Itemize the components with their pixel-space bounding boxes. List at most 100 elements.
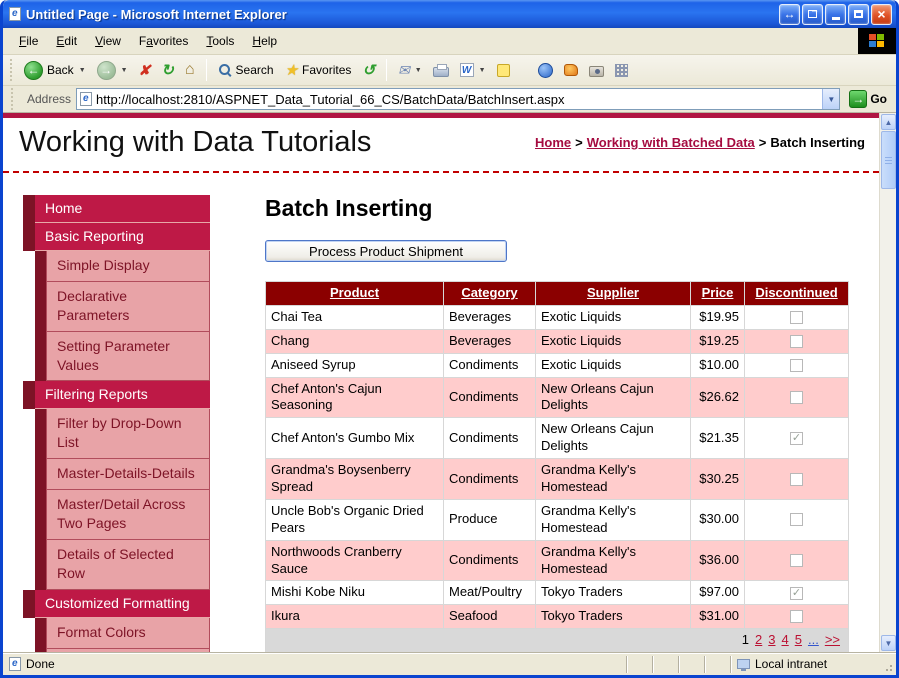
sort-link-category[interactable]: Category [461, 285, 517, 300]
pager-page-5[interactable]: 5 [795, 632, 802, 647]
breadcrumb-separator: > [575, 135, 583, 150]
edit-dropdown-icon[interactable]: ▼ [479, 67, 486, 74]
sidebar-item-home[interactable]: Home [23, 195, 210, 223]
menu-item-file[interactable]: File [11, 31, 46, 51]
status-pane [678, 656, 704, 673]
sidebar-item-master-details-details[interactable]: Master-Details-Details [35, 459, 210, 490]
product-row: Chai TeaBeveragesExotic Liquids$19.95 [266, 305, 849, 329]
vertical-scrollbar[interactable]: ▲ ▼ [879, 113, 896, 652]
minimize-button[interactable] [825, 4, 846, 25]
scroll-down-button[interactable]: ▼ [881, 635, 896, 651]
refresh-button[interactable]: ↻ [157, 59, 178, 81]
resize-arrows-button[interactable]: ↔ [779, 4, 800, 25]
cell-supplier: Exotic Liquids [536, 305, 691, 329]
sort-link-product[interactable]: Product [330, 285, 379, 300]
sidebar-item-partial[interactable] [35, 649, 210, 652]
research-button[interactable] [560, 62, 582, 78]
nav-indent-tab [23, 590, 35, 618]
camera-icon [589, 66, 604, 77]
cell-category: Condiments [444, 459, 536, 500]
sidebar-item-customized-formatting[interactable]: Customized Formatting [23, 590, 210, 618]
left-right-arrow-icon: ↔ [784, 8, 796, 20]
security-zone: Local intranet [730, 656, 880, 673]
pager-page-3[interactable]: 3 [768, 632, 775, 647]
pager-page-4[interactable]: 4 [782, 632, 789, 647]
cell-supplier: New Orleans Cajun Delights [536, 418, 691, 459]
edit-with-word-button[interactable]: W ▼ [456, 61, 490, 79]
menu-item-view[interactable]: View [87, 31, 129, 51]
back-icon: ← [24, 61, 43, 80]
process-product-shipment-button[interactable]: Process Product Shipment [265, 240, 507, 262]
messenger-button[interactable] [534, 61, 557, 80]
discontinued-checkbox [790, 311, 803, 324]
discuss-button[interactable] [493, 62, 514, 79]
sort-link-price[interactable]: Price [702, 285, 734, 300]
sort-link-discontinued[interactable]: Discontinued [755, 285, 837, 300]
sort-link-supplier[interactable]: Supplier [587, 285, 639, 300]
menu-item-edit[interactable]: Edit [48, 31, 85, 51]
cell-category: Condiments [444, 418, 536, 459]
sidebar-nav: HomeBasic ReportingSimple DisplayDeclara… [23, 195, 210, 652]
favorites-button[interactable]: ★ Favorites [281, 59, 356, 81]
mail-button[interactable]: ✉ ▼ [394, 60, 426, 81]
forward-dropdown-icon[interactable]: ▼ [121, 67, 128, 74]
forward-button[interactable]: → ▼ [93, 59, 132, 82]
sidebar-item-label: Format Colors [46, 618, 210, 649]
close-button[interactable]: × [871, 4, 892, 25]
status-pane [652, 656, 678, 673]
messenger-icon [538, 63, 553, 78]
search-button[interactable]: Search [214, 61, 278, 79]
home-button[interactable]: ⌂ [181, 59, 199, 81]
sidebar-item-basic-reporting[interactable]: Basic Reporting [23, 223, 210, 251]
sidebar-item-declarative-parameters[interactable]: Declarative Parameters [35, 282, 210, 332]
sidebar-item-setting-parameter-values[interactable]: Setting Parameter Values [35, 332, 210, 382]
sidebar-item-details-of-selected-row[interactable]: Details of Selected Row [35, 540, 210, 590]
discontinued-checkbox: ✓ [790, 432, 803, 445]
breadcrumb-link-working-with-batched-data[interactable]: Working with Batched Data [587, 135, 755, 150]
back-dropdown-icon[interactable]: ▼ [79, 67, 86, 74]
ie-document-icon [9, 7, 21, 21]
toolbar-grip [10, 59, 14, 81]
sidebar-item-filter-by-drop-down-list[interactable]: Filter by Drop-Down List [35, 409, 210, 459]
popout-window-button[interactable] [802, 4, 823, 25]
history-button[interactable]: ↺ [358, 59, 379, 81]
snapshot-button[interactable] [585, 62, 608, 79]
cell-supplier: Tokyo Traders [536, 605, 691, 629]
favorites-star-icon: ★ [285, 61, 298, 79]
print-button[interactable] [429, 61, 453, 79]
product-row: Chef Anton's Gumbo MixCondimentsNew Orle… [266, 418, 849, 459]
address-input[interactable] [92, 92, 822, 107]
pager-more-pages[interactable]: ... [808, 632, 819, 647]
sidebar-item-format-colors[interactable]: Format Colors [35, 618, 210, 649]
cell-supplier: Grandma Kelly's Homestead [536, 459, 691, 500]
menubar: FileEditViewFavoritesToolsHelp [3, 28, 896, 55]
go-arrow-icon: → [849, 90, 867, 108]
breadcrumb-link-home[interactable]: Home [535, 135, 571, 150]
maximize-button[interactable] [848, 4, 869, 25]
nav-indent-tab [35, 251, 46, 282]
menu-item-help[interactable]: Help [244, 31, 285, 51]
go-button[interactable]: → Go [845, 90, 891, 108]
sidebar-item-label: Home [35, 195, 210, 223]
menu-item-favorites[interactable]: Favorites [131, 31, 196, 51]
scroll-up-button[interactable]: ▲ [881, 114, 896, 130]
stop-button[interactable]: ✘ [135, 60, 155, 81]
windows-logo-throbber [858, 28, 896, 54]
nav-indent-tab [35, 282, 46, 332]
pager-next[interactable]: >> [825, 632, 840, 647]
cell-category: Meat/Poultry [444, 581, 536, 605]
column-header-supplier: Supplier [536, 282, 691, 306]
menu-item-tools[interactable]: Tools [198, 31, 242, 51]
back-button[interactable]: ← Back ▼ [20, 59, 90, 82]
mail-dropdown-icon[interactable]: ▼ [415, 67, 422, 74]
titlebar[interactable]: Untitled Page - Microsoft Internet Explo… [3, 0, 896, 28]
scrollbar-thumb[interactable] [881, 131, 896, 189]
pager-page-2[interactable]: 2 [755, 632, 762, 647]
address-dropdown-button[interactable]: ▼ [822, 89, 839, 109]
toolbar-separator [206, 59, 207, 81]
sidebar-item-simple-display[interactable]: Simple Display [35, 251, 210, 282]
sidebar-item-filtering-reports[interactable]: Filtering Reports [23, 381, 210, 409]
resize-grip[interactable] [880, 656, 894, 673]
quick-tools-button[interactable] [611, 62, 632, 79]
sidebar-item-master-detail-across-two-pages[interactable]: Master/Detail Across Two Pages [35, 490, 210, 540]
